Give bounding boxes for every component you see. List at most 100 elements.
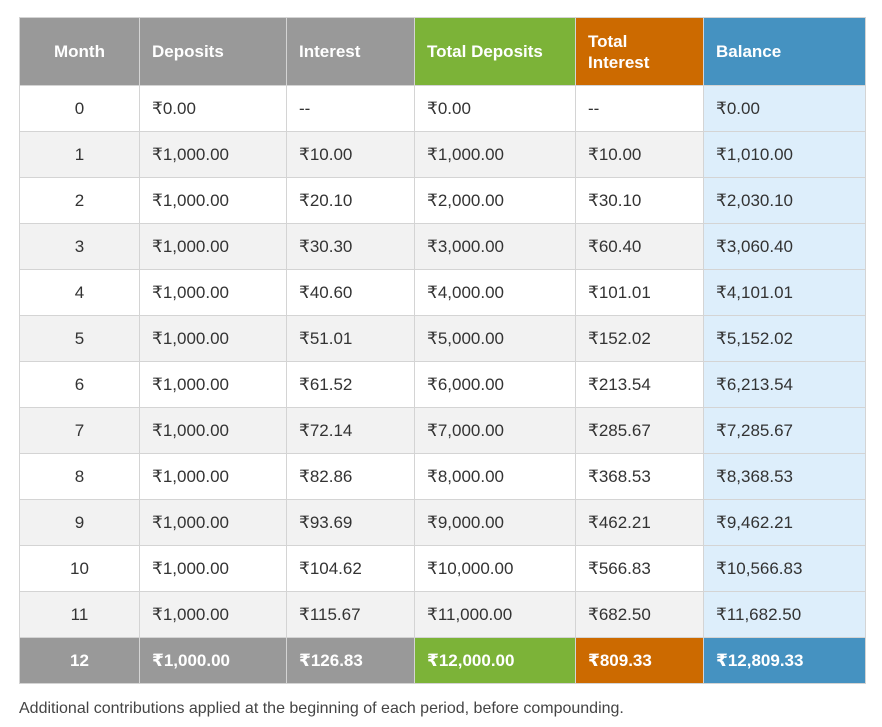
cell-deposits: ₹1,000.00 <box>139 269 287 316</box>
cell-balance: ₹9,462.21 <box>703 499 866 546</box>
cell-interest: ₹82.86 <box>286 453 415 500</box>
cell-deposits: ₹1,000.00 <box>139 591 287 638</box>
table-row: 2 ₹1,000.00 ₹20.10 ₹2,000.00 ₹30.10 ₹2,030.10 <box>19 177 866 224</box>
final-total-interest: ₹809.33 <box>575 637 704 684</box>
cell-deposits: ₹1,000.00 <box>139 177 287 224</box>
table-row: 4 ₹1,000.00 ₹40.60 ₹4,000.00 ₹101.01 ₹4,101.0… <box>19 269 866 316</box>
cell-total-deposits: ₹9,000.00 <box>414 499 576 546</box>
table-header: Month Deposits Interest Total Deposits T… <box>19 17 866 86</box>
cell-total-deposits: ₹4,000.00 <box>414 269 576 316</box>
cell-interest: ₹115.67 <box>286 591 415 638</box>
cell-deposits: ₹1,000.00 <box>139 131 287 178</box>
header-interest: Interest <box>286 17 415 86</box>
cell-total-interest: ₹462.21 <box>575 499 704 546</box>
cell-total-deposits: ₹7,000.00 <box>414 407 576 454</box>
header-total-interest: Total Interest <box>575 17 704 86</box>
table-row: 5 ₹1,000.00 ₹51.01 ₹5,000.00 ₹152.02 ₹5,152.0… <box>19 315 866 362</box>
cell-total-deposits: ₹10,000.00 <box>414 545 576 592</box>
cell-total-deposits: ₹6,000.00 <box>414 361 576 408</box>
cell-deposits: ₹1,000.00 <box>139 361 287 408</box>
cell-interest: ₹20.10 <box>286 177 415 224</box>
cell-balance: ₹8,368.53 <box>703 453 866 500</box>
header-row: Month Deposits Interest Total Deposits T… <box>19 17 866 86</box>
cell-balance: ₹6,213.54 <box>703 361 866 408</box>
table-footer: 12 ₹1,000.00 ₹126.83 ₹12,000.00 ₹809.33 … <box>19 637 866 684</box>
cell-total-interest: -- <box>575 85 704 132</box>
cell-deposits: ₹1,000.00 <box>139 499 287 546</box>
table-row: 7 ₹1,000.00 ₹72.14 ₹7,000.00 ₹285.67 ₹7,285.6… <box>19 407 866 454</box>
cell-total-deposits: ₹2,000.00 <box>414 177 576 224</box>
table-row: 9 ₹1,000.00 ₹93.69 ₹9,000.00 ₹462.21 ₹9,462.2… <box>19 499 866 546</box>
table-row: 0 ₹0.00 -- ₹0.00 -- ₹0.00 <box>19 85 866 132</box>
header-month: Month <box>19 17 140 86</box>
compound-schedule-table: Month Deposits Interest Total Deposits T… <box>19 17 866 684</box>
cell-month: 9 <box>19 499 140 546</box>
schedule-table-container: Month Deposits Interest Total Deposits T… <box>19 17 866 684</box>
cell-balance: ₹11,682.50 <box>703 591 866 638</box>
cell-month: 5 <box>19 315 140 362</box>
cell-balance: ₹1,010.00 <box>703 131 866 178</box>
cell-month: 8 <box>19 453 140 500</box>
cell-total-interest: ₹152.02 <box>575 315 704 362</box>
table-row: 8 ₹1,000.00 ₹82.86 ₹8,000.00 ₹368.53 ₹8,368.5… <box>19 453 866 500</box>
final-deposits: ₹1,000.00 <box>139 637 287 684</box>
cell-deposits: ₹1,000.00 <box>139 223 287 270</box>
cell-deposits: ₹1,000.00 <box>139 315 287 362</box>
final-interest: ₹126.83 <box>286 637 415 684</box>
cell-interest: ₹51.01 <box>286 315 415 362</box>
footnote: Additional contributions applied at the … <box>19 700 624 717</box>
final-balance: ₹12,809.33 <box>703 637 866 684</box>
cell-deposits: ₹1,000.00 <box>139 545 287 592</box>
cell-total-deposits: ₹11,000.00 <box>414 591 576 638</box>
cell-balance: ₹3,060.40 <box>703 223 866 270</box>
final-month: 12 <box>19 637 140 684</box>
header-total-deposits: Total Deposits <box>414 17 576 86</box>
cell-total-interest: ₹682.50 <box>575 591 704 638</box>
cell-month: 6 <box>19 361 140 408</box>
final-total-deposits: ₹12,000.00 <box>414 637 576 684</box>
header-balance: Balance <box>703 17 866 86</box>
cell-interest: ₹30.30 <box>286 223 415 270</box>
cell-balance: ₹10,566.83 <box>703 545 866 592</box>
cell-interest: ₹93.69 <box>286 499 415 546</box>
cell-month: 10 <box>19 545 140 592</box>
final-row: 12 ₹1,000.00 ₹126.83 ₹12,000.00 ₹809.33 … <box>19 637 866 684</box>
cell-total-interest: ₹30.10 <box>575 177 704 224</box>
cell-interest: -- <box>286 85 415 132</box>
cell-total-interest: ₹60.40 <box>575 223 704 270</box>
cell-total-interest: ₹10.00 <box>575 131 704 178</box>
cell-deposits: ₹0.00 <box>139 85 287 132</box>
table-row: 6 ₹1,000.00 ₹61.52 ₹6,000.00 ₹213.54 ₹6,213.5… <box>19 361 866 408</box>
cell-interest: ₹61.52 <box>286 361 415 408</box>
table-row: 1 ₹1,000.00 ₹10.00 ₹1,000.00 ₹10.00 ₹1,010.00 <box>19 131 866 178</box>
table-row: 11 ₹1,000.00 ₹115.67 ₹11,000.00 ₹682.50 ₹11,6… <box>19 591 866 638</box>
table-row: 3 ₹1,000.00 ₹30.30 ₹3,000.00 ₹60.40 ₹3,060.40 <box>19 223 866 270</box>
cell-deposits: ₹1,000.00 <box>139 453 287 500</box>
cell-total-deposits: ₹5,000.00 <box>414 315 576 362</box>
cell-interest: ₹10.00 <box>286 131 415 178</box>
cell-month: 2 <box>19 177 140 224</box>
cell-total-interest: ₹213.54 <box>575 361 704 408</box>
table-row: 10 ₹1,000.00 ₹104.62 ₹10,000.00 ₹566.83 ₹10,5… <box>19 545 866 592</box>
cell-total-deposits: ₹3,000.00 <box>414 223 576 270</box>
cell-month: 3 <box>19 223 140 270</box>
cell-total-deposits: ₹1,000.00 <box>414 131 576 178</box>
cell-balance: ₹0.00 <box>703 85 866 132</box>
cell-balance: ₹2,030.10 <box>703 177 866 224</box>
cell-balance: ₹4,101.01 <box>703 269 866 316</box>
cell-total-interest: ₹285.67 <box>575 407 704 454</box>
cell-total-interest: ₹566.83 <box>575 545 704 592</box>
table-body: 0 ₹0.00 -- ₹0.00 -- ₹0.00 1 ₹1,000.00 ₹10.00 ₹1,0… <box>19 85 866 638</box>
cell-total-deposits: ₹0.00 <box>414 85 576 132</box>
cell-total-interest: ₹368.53 <box>575 453 704 500</box>
cell-interest: ₹104.62 <box>286 545 415 592</box>
cell-total-deposits: ₹8,000.00 <box>414 453 576 500</box>
cell-interest: ₹40.60 <box>286 269 415 316</box>
cell-deposits: ₹1,000.00 <box>139 407 287 454</box>
cell-month: 1 <box>19 131 140 178</box>
cell-month: 7 <box>19 407 140 454</box>
cell-interest: ₹72.14 <box>286 407 415 454</box>
header-deposits: Deposits <box>139 17 287 86</box>
cell-month: 4 <box>19 269 140 316</box>
cell-balance: ₹7,285.67 <box>703 407 866 454</box>
